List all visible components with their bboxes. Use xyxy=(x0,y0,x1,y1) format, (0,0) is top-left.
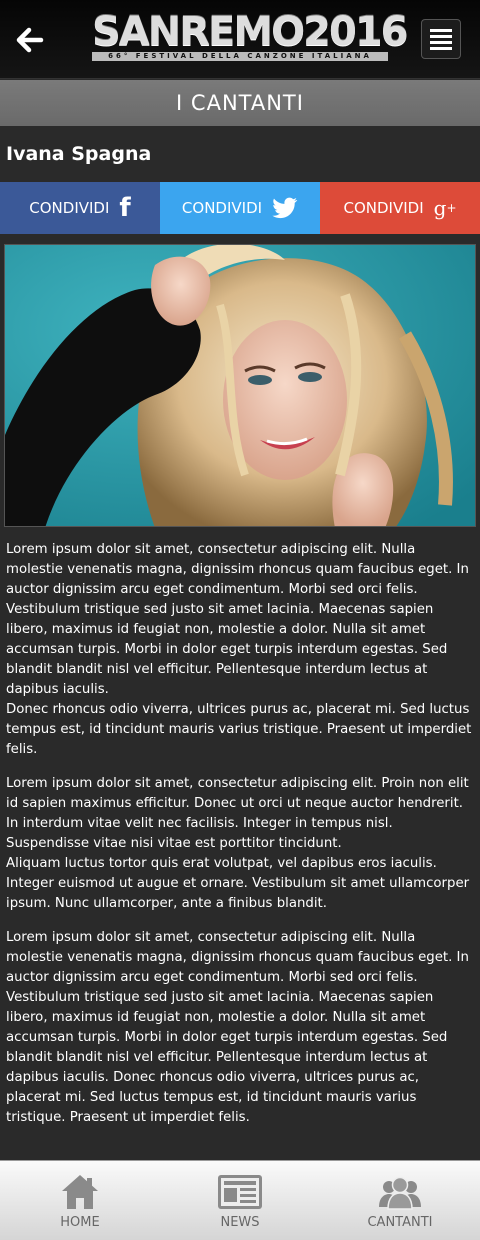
nav-cantanti[interactable]: CANTANTI xyxy=(320,1161,480,1240)
logo-subtitle: 66° FESTIVAL DELLA CANZONE ITALIANA xyxy=(92,52,388,61)
section-title: I CANTANTI xyxy=(0,80,480,126)
share-label: CONDIVIDI xyxy=(343,199,424,217)
logo-main-text: SANREMO2016 xyxy=(92,9,409,55)
home-icon xyxy=(62,1174,98,1209)
hamburger-line xyxy=(430,46,452,50)
menu-button[interactable] xyxy=(421,19,461,59)
share-label: CONDIVIDI xyxy=(181,199,263,217)
nav-label: CANTANTI xyxy=(367,1214,433,1230)
paragraph: Aliquam luctus tortor quis erat volutpat… xyxy=(6,856,470,911)
twitter-icon xyxy=(272,197,298,219)
users-icon xyxy=(379,1176,421,1210)
newspaper-icon xyxy=(218,1174,262,1209)
artist-name: Ivana Spagna xyxy=(6,143,152,165)
nav-label: NEWS xyxy=(220,1214,260,1230)
paragraph: Donec rhoncus odio viverra, ultrices pur… xyxy=(6,702,472,757)
bottom-nav: HOME NEWS CANTANTI xyxy=(0,1160,480,1240)
share-googleplus-button[interactable]: CONDIVIDI g + xyxy=(320,182,480,234)
share-label: CONDIVIDI xyxy=(29,199,110,217)
google-plus-icon: g + xyxy=(433,196,457,220)
article-body: Lorem ipsum dolor sit amet, consectetur … xyxy=(6,540,474,1128)
back-button[interactable] xyxy=(10,20,50,60)
artist-photo xyxy=(4,244,476,527)
paragraph: Lorem ipsum dolor sit amet, consectetur … xyxy=(6,542,469,697)
nav-home[interactable]: HOME xyxy=(0,1161,160,1240)
hamburger-menu-icon xyxy=(430,28,452,32)
artist-photo-image xyxy=(5,245,475,526)
sanremo-logo[interactable]: SANREMO2016 66° FESTIVAL DELLA CANZONE I… xyxy=(92,9,409,64)
facebook-icon: f xyxy=(119,193,131,223)
paragraph: Lorem ipsum dolor sit amet, consectetur … xyxy=(6,776,469,851)
share-twitter-button[interactable]: CONDIVIDI xyxy=(160,182,320,234)
paragraph: Lorem ipsum dolor sit amet, consectetur … xyxy=(6,930,469,1125)
nav-label: HOME xyxy=(60,1214,100,1230)
hamburger-line xyxy=(430,34,452,38)
hamburger-line xyxy=(430,40,452,44)
share-bar: CONDIVIDI f CONDIVIDI CONDIVIDI g + xyxy=(0,182,480,234)
share-facebook-button[interactable]: CONDIVIDI f xyxy=(0,182,160,234)
app-header: SANREMO2016 66° FESTIVAL DELLA CANZONE I… xyxy=(0,0,480,79)
arrow-left-icon xyxy=(16,27,44,53)
nav-news[interactable]: NEWS xyxy=(160,1161,320,1240)
